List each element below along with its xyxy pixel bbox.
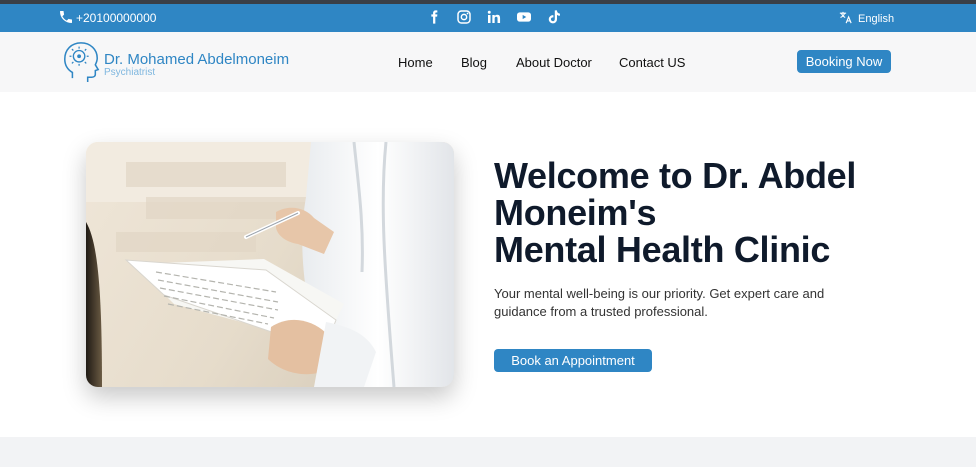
nav-about-doctor[interactable]: About Doctor xyxy=(516,55,592,70)
main-navigation: Dr. Mohamed Abdelmoneim Psychiatrist Hom… xyxy=(0,32,976,92)
logo-doctor-name: Dr. Mohamed Abdelmoneim xyxy=(104,51,290,68)
language-switcher[interactable]: English xyxy=(838,10,894,28)
instagram-icon[interactable] xyxy=(456,9,472,25)
tiktok-icon[interactable] xyxy=(546,9,562,25)
top-contact-bar: +20100000000 English xyxy=(0,4,976,32)
logo-subtitle: Psychiatrist xyxy=(104,67,156,78)
translate-icon xyxy=(838,10,858,28)
language-label: English xyxy=(858,13,895,25)
head-brain-icon xyxy=(64,42,100,82)
hero-description: Your mental well-being is our priority. … xyxy=(494,286,825,319)
hero-title: Welcome to Dr. Abdel Moneim's Mental Hea… xyxy=(494,157,914,268)
book-appointment-button[interactable]: Book an Appointment xyxy=(494,349,652,372)
hero-title-line-1: Welcome to Dr. Abdel xyxy=(494,155,857,196)
page: +20100000000 English Dr. Mohamed Abdelmo… xyxy=(0,0,976,467)
social-links xyxy=(426,9,562,25)
linkedin-icon[interactable] xyxy=(486,9,502,25)
facebook-icon[interactable] xyxy=(426,9,442,25)
nav-contact-us[interactable]: Contact US xyxy=(619,55,685,70)
hero-title-line-3: Mental Health Clinic xyxy=(494,229,831,270)
phone-icon xyxy=(58,9,76,28)
nav-home[interactable]: Home xyxy=(398,55,433,70)
nav-blog[interactable]: Blog xyxy=(461,55,487,70)
phone-contact[interactable]: +20100000000 xyxy=(58,9,156,27)
phone-number: +20100000000 xyxy=(76,11,157,25)
youtube-icon[interactable] xyxy=(516,9,532,25)
hero-title-line-2: Moneim's xyxy=(494,192,657,233)
clinic-logo[interactable]: Dr. Mohamed Abdelmoneim Psychiatrist xyxy=(60,40,290,84)
next-section-strip xyxy=(0,437,976,467)
booking-now-button[interactable]: Booking Now xyxy=(797,50,891,73)
doctor-hero-image xyxy=(86,142,454,387)
